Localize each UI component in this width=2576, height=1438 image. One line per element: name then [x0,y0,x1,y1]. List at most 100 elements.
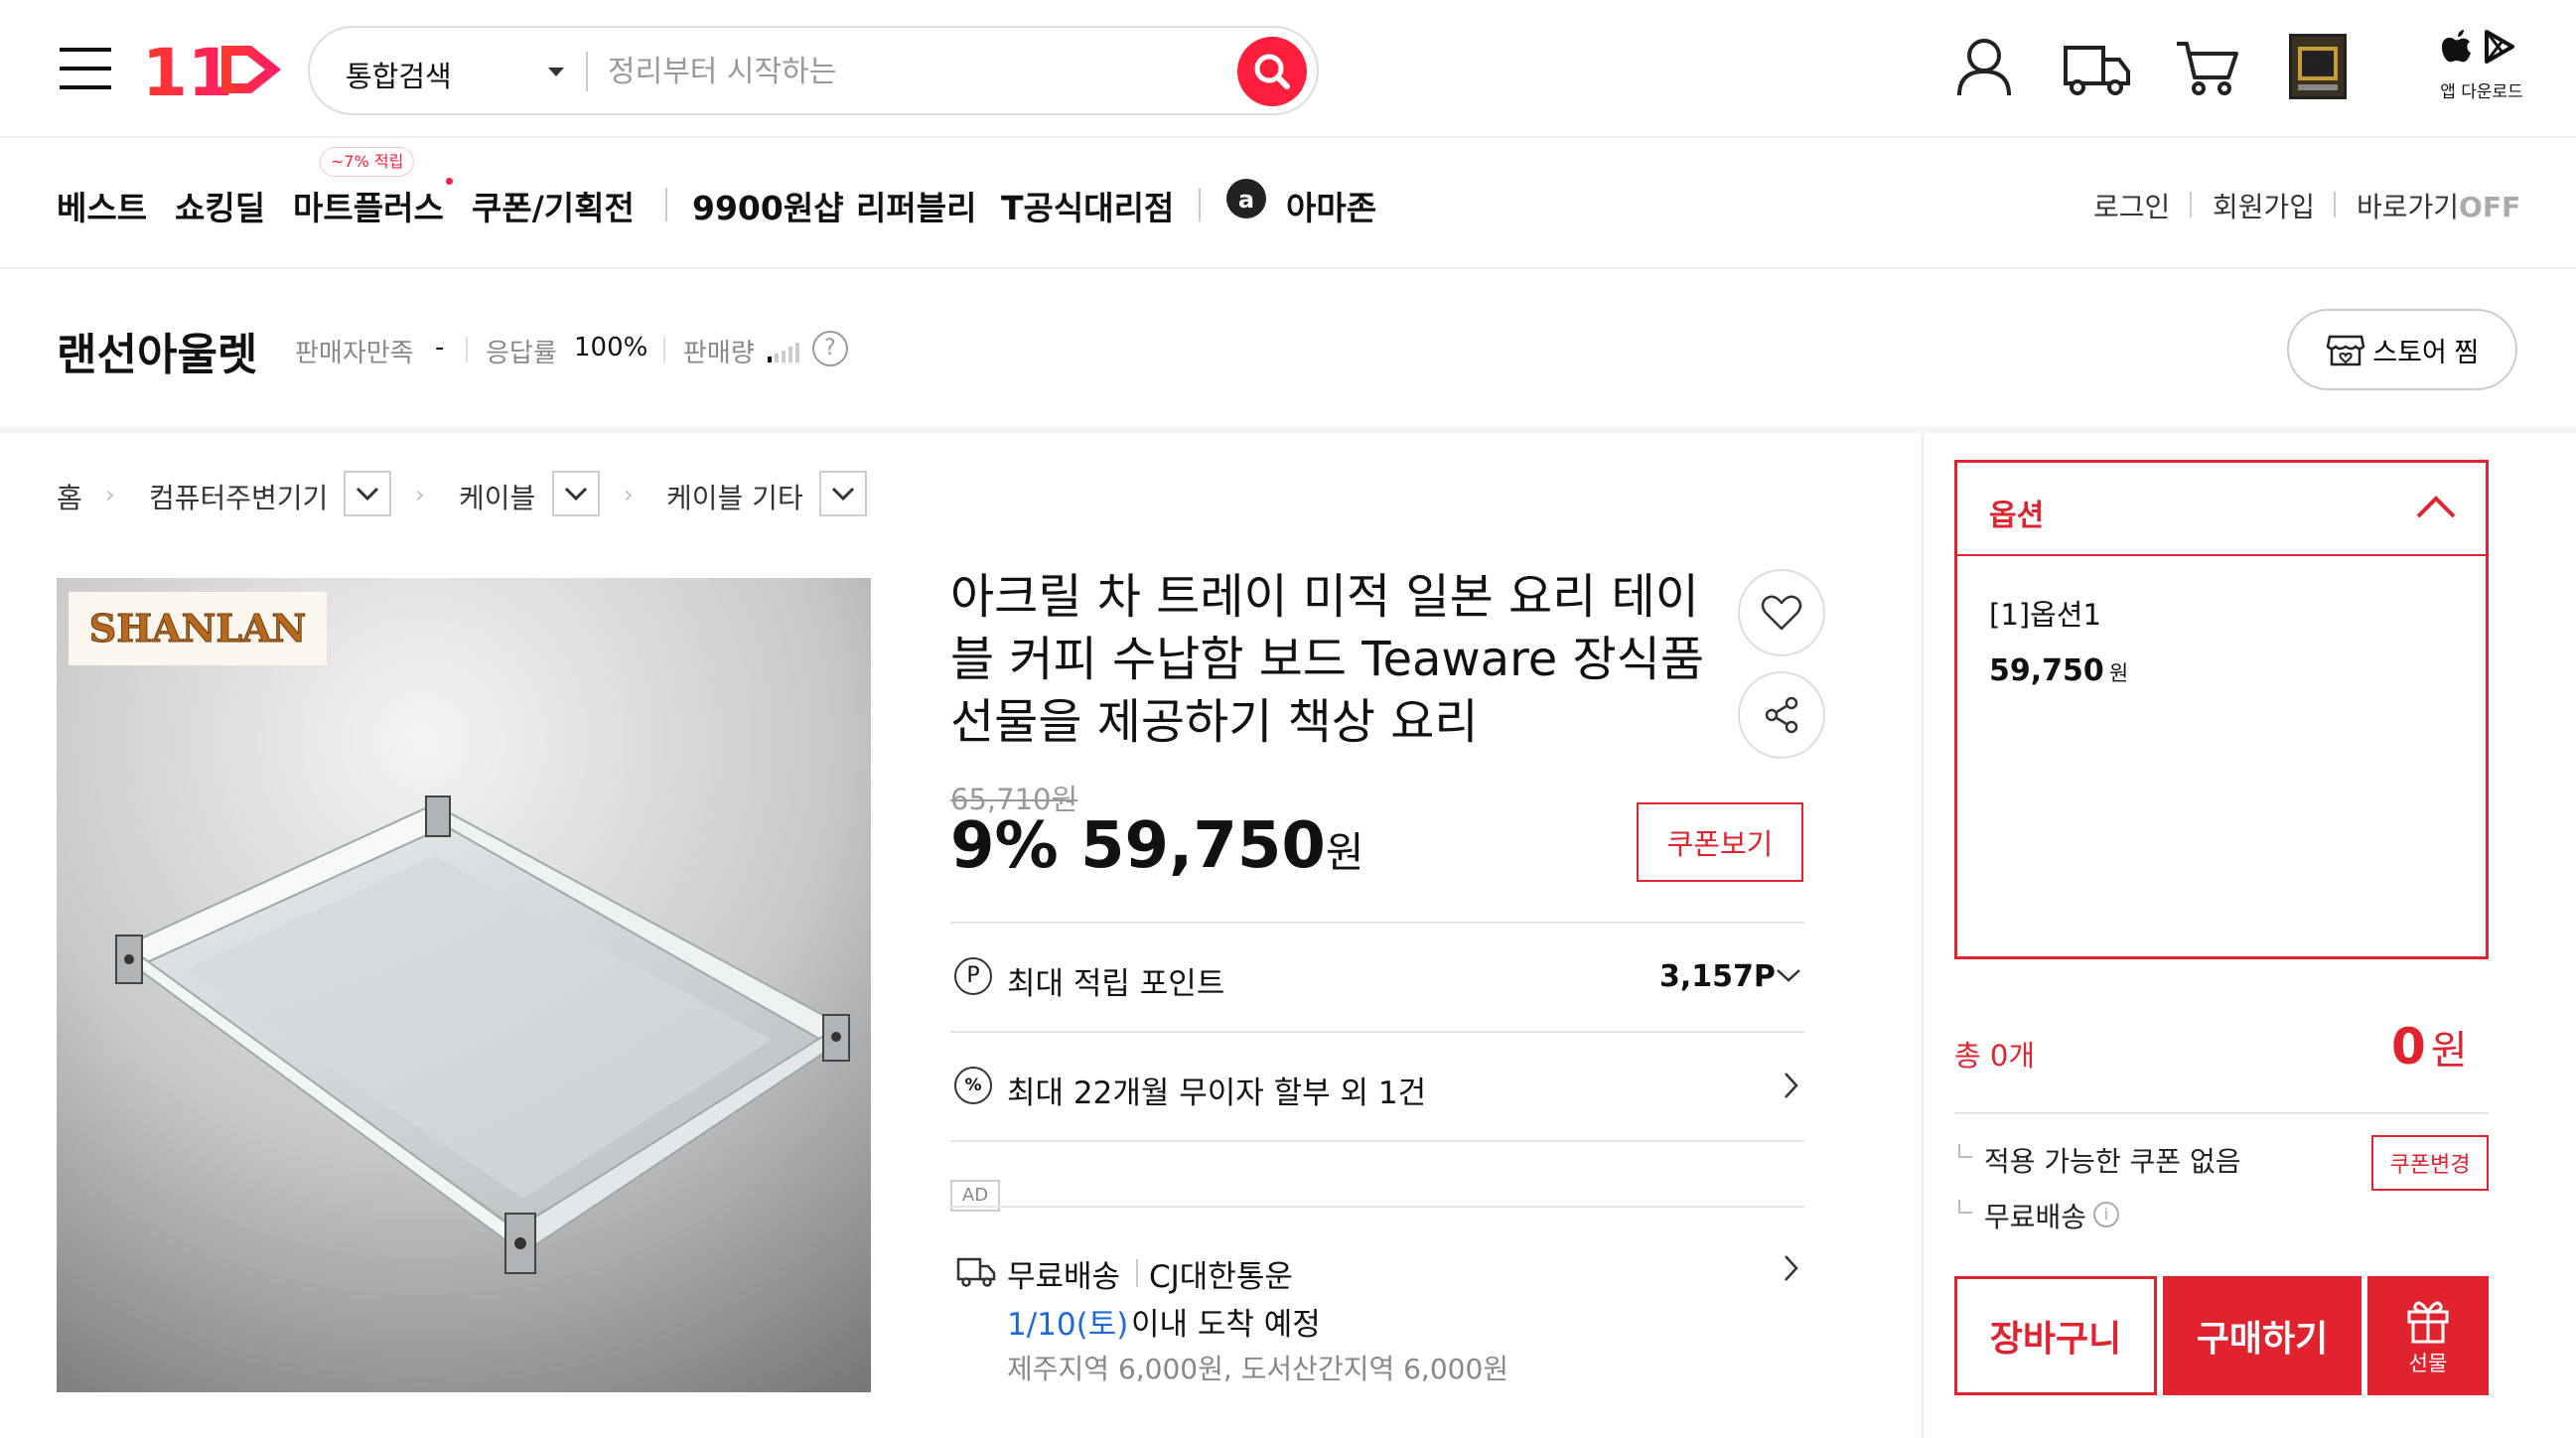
points-label: 최대 적립 포인트 [1007,966,1225,1002]
delivery-suffix: 이내 도착 예정 [1131,1307,1321,1343]
search-scope-select[interactable]: 통합검색 [346,54,452,95]
points-icon: P [954,957,992,995]
nav-9900-shop[interactable]: 9900원샵 [692,182,844,229]
help-icon[interactable]: ? [812,331,848,366]
breadcrumb-dropdown[interactable] [819,471,867,516]
response-value: 100% [574,333,648,362]
chevron-down-icon [1775,965,1802,985]
points-row[interactable]: P 최대 적립 포인트 3,157P [950,924,1804,1031]
total-price-unit: 원 [2430,1028,2468,1074]
shipping-carrier: CJ대한통운 [1149,1259,1293,1295]
chevron-down-icon[interactable] [548,68,564,76]
installment-text: 최대 22개월 무이자 할부 외 1건 [1007,1076,1427,1111]
user-icon[interactable] [1954,36,2014,97]
product-image[interactable]: SHANLAN [57,578,871,1392]
satisfaction-label: 판매자만족 [295,339,414,368]
coupon-change-button[interactable]: 쿠폰변경 [2371,1135,2489,1191]
stat-divider [663,337,665,362]
percent-icon: % [954,1067,992,1104]
truck-icon [956,1255,996,1287]
breadcrumb-computer-peripherals[interactable]: 컴퓨터주변기기 [149,477,328,516]
mart-plus-badge: ~7% 적립 [320,147,415,177]
wishlist-button[interactable] [1738,569,1825,656]
breadcrumb-cable[interactable]: 케이블 [459,477,535,516]
breadcrumb-cable-etc[interactable]: 케이블 기타 [666,477,803,516]
nav-t-official[interactable]: T공식대리점 [1001,182,1174,229]
option-price: 59,750 원 [1989,653,2128,688]
breadcrumb-home[interactable]: 홈 [57,477,82,516]
nav-amazon[interactable]: 아마존 [1286,182,1376,229]
gift-icon [2403,1294,2453,1344]
price-value: 59,750 [1079,809,1326,883]
panel-divider [1922,433,1924,1438]
shipping-label: 무료배송 [1007,1259,1121,1295]
response-label: 응답률 [486,339,557,368]
nav-coupon-event[interactable]: 쿠폰/기획전 [472,182,635,229]
nav-divider [2334,192,2336,217]
chevron-up-icon[interactable] [2414,493,2458,522]
nav-best[interactable]: 베스트 [57,182,147,229]
extra-shipping-fee: 제주지역 6,000원, 도서산간지역 6,000원 [1007,1353,1509,1385]
store-fav-button[interactable]: 스토어 찜 [2287,309,2517,390]
breadcrumb-dropdown[interactable] [552,471,600,516]
store-fav-label: 스토어 찜 [2372,337,2480,367]
sale-price: 9% 59,750원 [950,809,1364,883]
share-button[interactable] [1738,671,1825,759]
shipping-divider [1136,1259,1138,1287]
tree-corner-icon [1958,1144,1972,1158]
price-unit: 원 [1325,828,1364,877]
login-link[interactable]: 로그인 [2093,186,2170,225]
total-count: 총 0개 [1954,1039,2036,1073]
shortcut-label: 바로가기 [2357,191,2460,223]
option-title: 옵션 [1989,499,2045,533]
signup-link[interactable]: 회원가입 [2213,186,2315,225]
store-icon [2326,333,2365,366]
chevron-right-icon: › [415,481,425,508]
logo-text: 11 [142,38,233,101]
menu-icon[interactable] [60,48,111,89]
buy-now-button[interactable]: 구매하기 [2163,1276,2361,1395]
seller-name[interactable]: 랜선아울렛 [57,319,257,382]
nav-shocking-deal[interactable]: 쇼킹딜 [175,182,265,229]
option-price-unit: 원 [2108,661,2129,685]
gift-button[interactable]: 선물 [2367,1276,2489,1395]
image-logo-text: SHANLAN [89,606,307,650]
stat-divider [466,337,468,362]
chevron-right-icon [1781,1071,1800,1100]
nav-refurbly[interactable]: 리퍼블리 [856,182,976,229]
search-button[interactable] [1237,37,1307,106]
gift-label: 선물 [2408,1353,2448,1375]
nav-mart-plus[interactable]: 마트플러스 [293,182,444,229]
delivery-truck-icon[interactable] [2062,40,2131,97]
app-download[interactable]: 앱 다운로드 [2437,26,2526,107]
installment-row[interactable]: % 최대 22개월 무이자 할부 외 1건 [950,1033,1804,1140]
chevron-down-icon [356,487,379,502]
svg-text:a: a [1238,186,1254,214]
share-icon [1765,696,1798,734]
chevron-down-icon [564,487,588,502]
add-to-cart-button[interactable]: 장바구니 [1954,1276,2157,1395]
site-logo[interactable]: 11 [142,38,286,101]
shipping-block[interactable]: 무료배송 CJ대한통운 1/10(토) 이내 도착 예정 제주지역 6,000원… [950,1231,1804,1400]
heart-icon [1761,595,1802,631]
cart-icon[interactable] [2175,40,2238,95]
top-header: 11 통합검색 앱 다운로드 [0,0,2576,138]
delivery-date: 1/10(토) [1007,1307,1129,1343]
product-title: 아크릴 차 트레이 미적 일본 요리 테이블 커피 수납함 보드 Teaware… [950,569,1705,750]
amazon-icon[interactable]: a [1226,179,1266,218]
apple-play-icon [2441,30,2514,64]
recent-product-thumbnail[interactable] [2289,34,2347,99]
option-name: [1]옵션1 [1989,598,2101,632]
shortcut-link[interactable]: 바로가기OFF [2357,186,2520,225]
new-dot-indicator [446,178,453,185]
search-icon [1254,54,1290,89]
shortcut-state: OFF [2459,191,2521,223]
divider [1954,1112,2489,1114]
breadcrumb-dropdown[interactable] [344,471,391,516]
info-icon[interactable]: i [2093,1202,2119,1227]
total-price-value: 0 [2391,1018,2426,1076]
chevron-right-icon: › [624,481,634,508]
coupon-view-button[interactable]: 쿠폰보기 [1637,802,1803,882]
search-input[interactable] [608,42,1204,101]
option-header[interactable]: 옵션 [1957,463,2486,556]
